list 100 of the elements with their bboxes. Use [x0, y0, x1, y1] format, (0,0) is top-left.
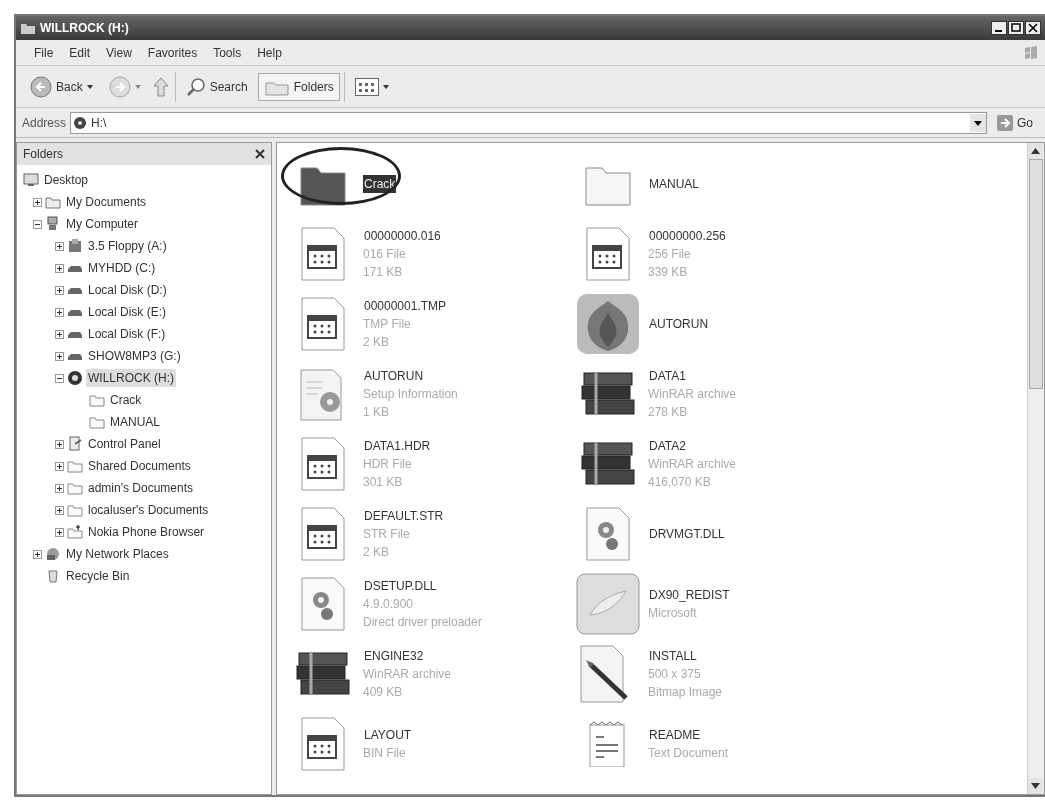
installer-icon	[576, 573, 640, 635]
tree-item[interactable]: Local Disk (D:)	[86, 281, 169, 299]
expand-toggle[interactable]	[55, 329, 64, 339]
tree-item[interactable]: SHOW8MP3 (G:)	[86, 347, 183, 365]
file-name[interactable]: DEFAULT.STR	[363, 507, 445, 525]
file-name[interactable]: LAYOUT	[363, 726, 413, 744]
file-detail: TMP File	[363, 316, 412, 333]
file-name[interactable]: DX90_REDIST	[648, 586, 731, 604]
tree-item[interactable]: My Documents	[64, 193, 149, 211]
file-detail: 171 KB	[363, 264, 404, 281]
tree-item[interactable]: Local Disk (E:)	[86, 303, 169, 321]
file-name[interactable]: AUTORUN	[648, 315, 710, 333]
file-name[interactable]: 00000001.TMP	[363, 297, 448, 315]
tree-item[interactable]: 3.5 Floppy (A:)	[86, 237, 169, 255]
file-name[interactable]: Crack	[363, 175, 397, 193]
expand-toggle[interactable]	[55, 241, 64, 251]
tree-item[interactable]: MYHDD (C:)	[86, 259, 158, 277]
search-button[interactable]: Search	[179, 72, 254, 101]
menu-item[interactable]: View	[100, 41, 138, 64]
file-name[interactable]: DATA1.HDR	[363, 437, 432, 455]
plus-icon	[56, 484, 63, 492]
expand-toggle[interactable]	[55, 373, 64, 383]
dropdown-button[interactable]	[970, 113, 986, 132]
tree-item[interactable]: Recycle Bin	[64, 567, 132, 585]
expand-toggle[interactable]	[55, 285, 64, 295]
tree-item[interactable]: Crack	[108, 391, 144, 409]
tree-item[interactable]: Nokia Phone Browser	[86, 523, 207, 541]
expand-toggle[interactable]	[55, 307, 64, 317]
file-name[interactable]: DSETUP.DLL	[363, 577, 438, 595]
file-detail: WinRAR archive	[648, 386, 737, 403]
menu-item[interactable]: Tools	[207, 41, 248, 64]
tree-item[interactable]: My Computer	[64, 215, 141, 233]
tree-item[interactable]: WILLROCK (H:)	[86, 369, 176, 387]
address-field[interactable]: H:\	[70, 111, 987, 134]
file-detail: 278 KB	[648, 404, 689, 421]
scroll-down-button[interactable]	[1028, 778, 1043, 794]
file-name[interactable]: 00000000.016	[363, 227, 442, 245]
scrollbar-thumb[interactable]	[1029, 159, 1043, 389]
window-title: WILLROCK (H:)	[40, 20, 129, 37]
file-detail: 256 File	[648, 246, 692, 263]
tree-item[interactable]: Desktop	[42, 171, 91, 189]
tree-item[interactable]: Control Panel	[86, 435, 163, 453]
expand-toggle[interactable]	[55, 439, 64, 449]
go-button[interactable]: Go	[991, 109, 1039, 136]
file-detail: 1 KB	[363, 404, 390, 421]
maximize-button[interactable]	[1008, 21, 1024, 35]
file-detail: 409 KB	[363, 684, 404, 701]
tree-item[interactable]: MANUAL	[108, 413, 162, 431]
folders-button[interactable]: Folders	[257, 72, 340, 101]
tree-item[interactable]: admin's Documents	[86, 479, 195, 497]
folder-icon	[67, 502, 83, 518]
recycle-bin-icon	[45, 568, 61, 584]
file-name[interactable]: INSTALL	[648, 647, 698, 665]
archive-books-icon	[580, 441, 636, 487]
minimize-button[interactable]	[991, 21, 1007, 35]
expand-toggle[interactable]	[33, 219, 42, 229]
expand-toggle[interactable]	[55, 505, 64, 515]
plus-icon	[56, 528, 63, 536]
expand-toggle[interactable]	[55, 527, 64, 537]
folder-icon	[89, 392, 105, 408]
file-detail: WinRAR archive	[648, 456, 737, 473]
disc-icon	[67, 370, 83, 386]
phone-folder-icon	[67, 524, 83, 540]
file-name[interactable]: README	[648, 726, 702, 744]
file-name[interactable]: ENGINE32	[363, 647, 425, 665]
close-button[interactable]	[1025, 21, 1041, 35]
plus-icon	[56, 330, 63, 338]
plus-icon	[56, 242, 63, 250]
file-detail: 2 KB	[363, 334, 390, 351]
computer-icon	[45, 216, 61, 232]
file-detail: Direct driver preloader	[363, 614, 482, 631]
menu-item[interactable]: File	[28, 41, 60, 64]
file-name[interactable]: AUTORUN	[363, 367, 425, 385]
tree-item[interactable]: Local Disk (F:)	[86, 325, 168, 343]
menu-item[interactable]: Edit	[63, 41, 97, 64]
menu-item[interactable]: Help	[251, 41, 288, 64]
expand-toggle[interactable]	[55, 483, 64, 493]
gear-file-icon	[584, 506, 632, 562]
file-name[interactable]: DATA1	[648, 367, 687, 385]
expand-toggle[interactable]	[55, 461, 64, 471]
file-detail: Bitmap Image	[648, 684, 723, 701]
document-icon	[299, 506, 347, 562]
tree-item[interactable]: Shared Documents	[86, 457, 193, 475]
expand-toggle[interactable]	[33, 549, 42, 559]
tree-item[interactable]: localuser's Documents	[86, 501, 211, 519]
expand-toggle[interactable]	[33, 197, 42, 207]
back-button[interactable]: Back	[24, 71, 99, 102]
tree-item[interactable]: My Network Places	[64, 545, 171, 563]
desktop-icon	[23, 172, 39, 188]
file-name[interactable]: MANUAL	[648, 175, 700, 193]
gear-file-icon	[299, 576, 347, 632]
file-detail: STR File	[363, 526, 411, 543]
menu-item[interactable]: Favorites	[141, 41, 204, 64]
file-name[interactable]: 00000000.256	[648, 227, 727, 245]
expand-toggle[interactable]	[55, 263, 64, 273]
file-name[interactable]: DATA2	[648, 437, 687, 455]
scroll-up-button[interactable]	[1028, 143, 1043, 159]
close-icon[interactable]	[255, 149, 265, 159]
expand-toggle[interactable]	[55, 351, 64, 361]
file-name[interactable]: DRVMGT.DLL	[648, 525, 726, 543]
